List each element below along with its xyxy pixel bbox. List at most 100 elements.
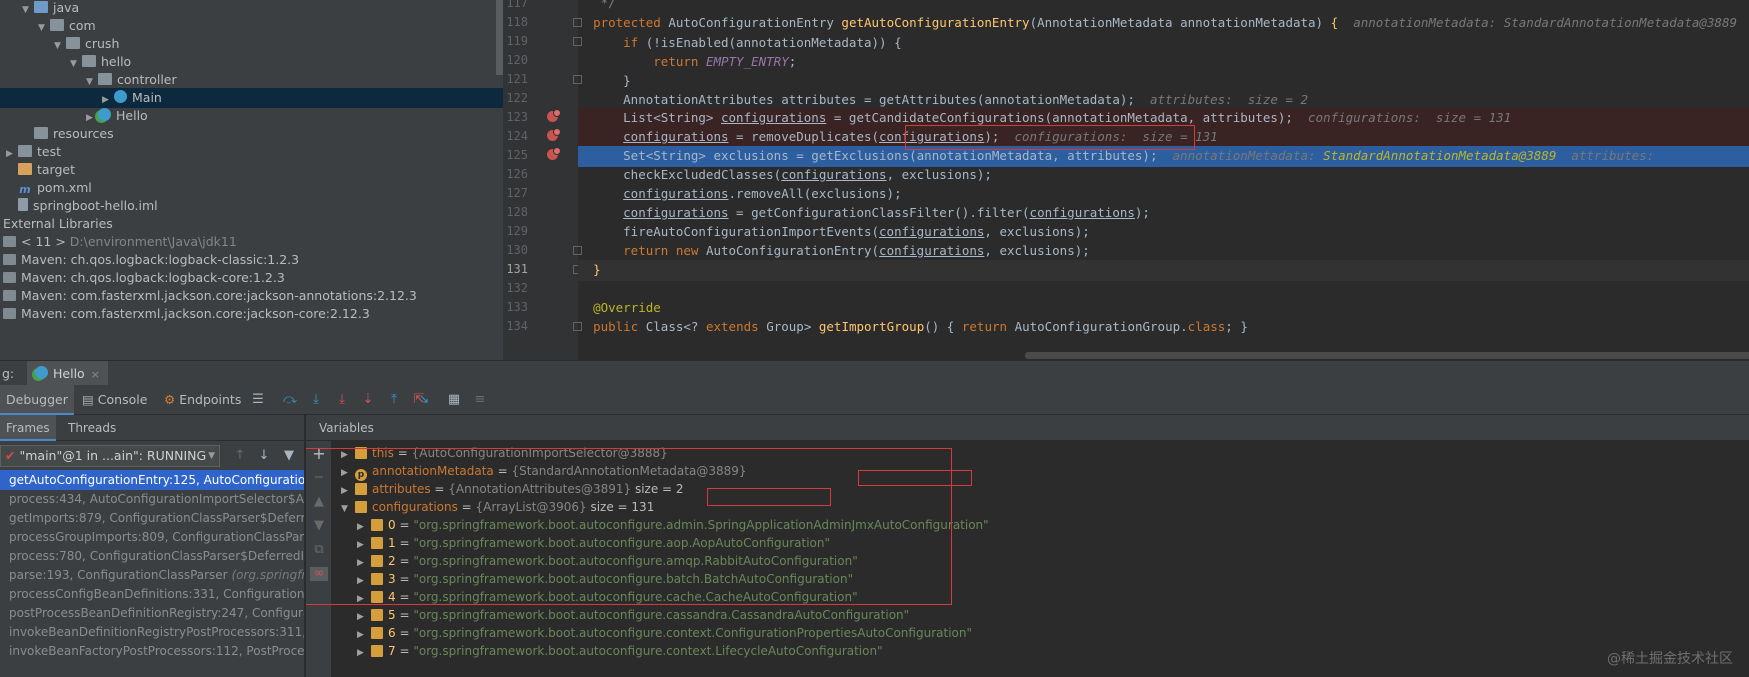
- stack-frame[interactable]: invokeBeanFactoryPostProcessors:112, Pos…: [0, 641, 304, 661]
- code-line[interactable]: [578, 279, 1749, 300]
- code-line-breakpoint[interactable]: configurations = removeDuplicates(config…: [578, 127, 1749, 148]
- code-line[interactable]: @Override: [578, 298, 1749, 319]
- code-line[interactable]: if (!isEnabled(annotationMetadata)) {: [578, 33, 1749, 54]
- tab-console[interactable]: ▤ Console: [76, 385, 153, 415]
- code-line[interactable]: configurations.removeAll(exclusions);: [578, 184, 1749, 205]
- line-number[interactable]: 118: [503, 12, 528, 32]
- line-number[interactable]: 119: [503, 31, 528, 51]
- tab-hello[interactable]: Hello ×: [27, 361, 108, 386]
- stack-frame[interactable]: invokeBeanDefinitionRegistryPostProcesso…: [0, 622, 304, 642]
- run-to-cursor-icon[interactable]: ↘: [417, 393, 431, 407]
- variable-row[interactable]: ▶ this = {AutoConfigurationImportSelector…: [341, 443, 668, 463]
- thread-select[interactable]: ✔ "main"@1 in ...ain": RUNNING ▼: [0, 445, 220, 467]
- add-watch-icon[interactable]: +: [312, 446, 326, 462]
- show-execution-point-icon[interactable]: ⤼: [283, 393, 297, 407]
- tree-item[interactable]: External Libraries: [0, 214, 503, 234]
- code-line-current[interactable]: }: [578, 260, 1749, 281]
- tree-item[interactable]: ▼ crush: [0, 34, 503, 54]
- line-number[interactable]: 129: [503, 221, 528, 241]
- force-step-into-icon[interactable]: ⇣: [361, 393, 375, 407]
- tree-item[interactable]: ▶ test: [0, 142, 503, 162]
- stack-frame[interactable]: parse:193, ConfigurationClassParser (org…: [0, 565, 304, 585]
- code-line[interactable]: fireAutoConfigurationImportEvents(config…: [578, 222, 1749, 243]
- copy-icon[interactable]: ⧉: [312, 543, 326, 557]
- variable-child-row[interactable]: ▶ 1 = "org.springframework.boot.autoconfi…: [357, 533, 830, 553]
- variable-row[interactable]: ▶ p annotationMetadata = {StandardAnnotati…: [341, 461, 747, 481]
- close-icon[interactable]: ×: [91, 368, 100, 381]
- breakpoint-icon[interactable]: [547, 128, 561, 141]
- variable-child-row[interactable]: ▶ 3 = "org.springframework.boot.autoconfi…: [357, 569, 853, 589]
- code-line[interactable]: return new AutoConfigurationEntry(config…: [578, 241, 1749, 262]
- tree-item[interactable]: ▼ com: [0, 16, 503, 36]
- line-number[interactable]: 134: [503, 316, 528, 336]
- code-line-breakpoint[interactable]: List<String> configurations = getCandida…: [578, 108, 1749, 129]
- line-number[interactable]: 126: [503, 164, 528, 184]
- evaluate-expression-icon[interactable]: ▦: [447, 393, 461, 407]
- tree-item[interactable]: m pom.xml: [0, 178, 503, 198]
- arrow-down-icon[interactable]: ↓: [257, 449, 271, 463]
- line-number[interactable]: 127: [503, 183, 528, 203]
- tab-endpoints[interactable]: ⚙ Endpoints: [158, 385, 247, 415]
- code-line[interactable]: configurations = getConfigurationClassFi…: [578, 203, 1749, 224]
- variable-child-row[interactable]: ▶ 7 = "org.springframework.boot.autoconfi…: [357, 641, 883, 661]
- code-editor[interactable]: 117 118 119 120 121 122 123 124 125 126 127 128 129 1…: [503, 0, 1749, 360]
- tree-scrollbar[interactable]: [496, 0, 503, 75]
- step-out-icon[interactable]: ⤒: [387, 393, 401, 407]
- tree-item[interactable]: Maven: com.fasterxml.jackson.core:jackso…: [0, 304, 503, 324]
- line-number[interactable]: 132: [503, 278, 528, 298]
- step-over-icon[interactable]: ⤓: [309, 393, 323, 407]
- line-number[interactable]: 120: [503, 50, 528, 70]
- line-number[interactable]: 131: [503, 259, 528, 279]
- variable-child-row[interactable]: ▶ 4 = "org.springframework.boot.autoconfi…: [357, 587, 858, 607]
- variable-child-row[interactable]: ▶ 6 = "org.springframework.boot.autoconfi…: [357, 623, 972, 643]
- tree-item[interactable]: resources: [0, 124, 503, 144]
- stack-frame[interactable]: getImports:879, ConfigurationClassParser…: [0, 508, 304, 528]
- tab-threads[interactable]: Threads: [62, 415, 122, 441]
- variable-child-row[interactable]: ▶ 5 = "org.springframework.boot.autoconfi…: [357, 605, 909, 625]
- line-number[interactable]: 128: [503, 202, 528, 222]
- line-number[interactable]: 130: [503, 240, 528, 260]
- tree-item[interactable]: target: [0, 160, 503, 180]
- tree-item[interactable]: ▶ Hello: [0, 106, 503, 126]
- code-line-execution-point[interactable]: Set<String> exclusions = getExclusions(a…: [578, 146, 1749, 167]
- tree-item[interactable]: < 11 > D:\environment\Java\jdk11: [0, 232, 503, 252]
- line-number[interactable]: 125: [503, 145, 528, 165]
- show-watches-icon[interactable]: ∞: [310, 567, 328, 581]
- line-number[interactable]: 123: [503, 107, 528, 127]
- stack-frame[interactable]: process:434, AutoConfigurationImportSele…: [0, 489, 304, 509]
- step-into-icon[interactable]: ⤓: [335, 393, 349, 407]
- move-up-icon[interactable]: ▲: [312, 495, 326, 509]
- variable-child-row[interactable]: ▶ 0 = "org.springframework.boot.autoconfi…: [357, 515, 989, 535]
- tree-item[interactable]: ▼ hello: [0, 52, 503, 72]
- stack-frame[interactable]: processGroupImports:809, ConfigurationCl…: [0, 527, 304, 547]
- stack-frame[interactable]: process:780, ConfigurationClassParser$De…: [0, 546, 304, 566]
- stack-frame[interactable]: getAutoConfigurationEntry:125, AutoConfi…: [0, 470, 304, 490]
- code-line[interactable]: }: [578, 71, 1749, 92]
- trace-icon[interactable]: ≡: [473, 393, 487, 407]
- variable-child-row[interactable]: ▶ 2 = "org.springframework.boot.autoconfi…: [357, 551, 858, 571]
- line-number[interactable]: 122: [503, 88, 528, 108]
- code-line[interactable]: public Class<? extends Group> getImportG…: [578, 317, 1749, 338]
- tab-frames[interactable]: Frames: [0, 415, 56, 441]
- code-line[interactable]: */: [578, 0, 1749, 14]
- code-line[interactable]: return EMPTY_ENTRY;: [578, 52, 1749, 73]
- tree-item[interactable]: Maven: ch.qos.logback:logback-classic:1.…: [0, 250, 503, 270]
- line-number[interactable]: 133: [503, 297, 528, 317]
- tree-item[interactable]: ▶ Main: [0, 88, 503, 108]
- tree-item[interactable]: ▼ controller: [0, 70, 503, 90]
- move-down-icon[interactable]: ▼: [312, 519, 326, 533]
- editor-gutter[interactable]: 117 118 119 120 121 122 123 124 125 126 127 128 129 1…: [503, 0, 582, 360]
- tree-item[interactable]: Maven: ch.qos.logback:logback-core:1.2.3: [0, 268, 503, 288]
- arrow-up-icon[interactable]: ↑: [233, 449, 247, 463]
- editor-horizontal-scrollbar[interactable]: [1025, 352, 1749, 359]
- tab-debugger[interactable]: Debugger: [0, 385, 74, 415]
- filter-icon[interactable]: ▼: [282, 449, 296, 463]
- line-number[interactable]: 124: [503, 126, 528, 146]
- tree-item[interactable]: springboot-hello.iml: [0, 196, 503, 216]
- project-tree[interactable]: ▼ java ▼ com ▼ crush ▼ hello ▼ controller ▶ Main ▶ He…: [0, 0, 503, 360]
- remove-watch-icon[interactable]: −: [312, 471, 326, 485]
- tree-item[interactable]: Maven: com.fasterxml.jackson.core:jackso…: [0, 286, 503, 306]
- variable-row[interactable]: ▶ attributes = {AnnotationAttributes@3891…: [341, 479, 684, 499]
- line-number[interactable]: 121: [503, 69, 528, 89]
- code-line[interactable]: protected AutoConfigurationEntry getAuto…: [578, 13, 1749, 34]
